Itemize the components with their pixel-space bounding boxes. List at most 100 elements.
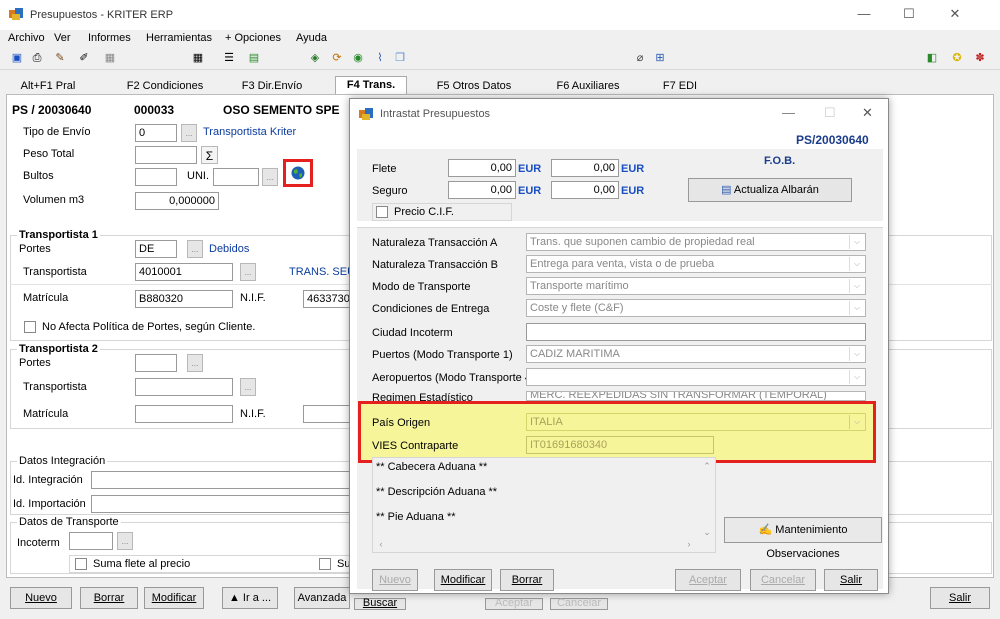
suma-flete-checkbox[interactable] — [75, 558, 87, 570]
tab-auxiliares[interactable]: F6 Auxiliares — [548, 78, 628, 94]
pais-origen-select[interactable]: ITALIA ⌵ — [526, 413, 866, 431]
scroll-right-icon[interactable]: › — [682, 539, 696, 551]
edit-icon[interactable]: ✐ — [76, 50, 92, 66]
lightbulb-icon[interactable]: ✪ — [949, 50, 965, 66]
scroll-up-icon[interactable]: ⌃ — [700, 461, 714, 473]
new-doc-icon[interactable]: ▣ — [9, 50, 25, 66]
actualiza-albaran-button[interactable]: ▤ Actualiza Albarán — [688, 178, 852, 202]
menu-opciones[interactable]: + Opciones — [225, 32, 281, 44]
scroll-down-icon[interactable]: ⌄ — [700, 527, 714, 539]
menu-informes[interactable]: Informes — [88, 32, 131, 44]
note-cabecera[interactable]: ** Cabecera Aduana ** — [376, 461, 487, 473]
globe-button[interactable] — [283, 159, 313, 187]
bultos-input[interactable] — [135, 168, 177, 186]
table-icon[interactable]: ▦ — [102, 50, 118, 66]
precio-cif-checkbox[interactable] — [376, 206, 388, 218]
nuevo-button[interactable]: Nuevo — [10, 587, 72, 609]
list-icon[interactable]: ☰ — [221, 50, 237, 66]
calculator-icon[interactable]: ▦ — [190, 50, 206, 66]
export-icon[interactable]: ◈ — [307, 50, 323, 66]
menu-ver[interactable]: Ver — [54, 32, 71, 44]
flete-input-2[interactable]: 0,00 — [551, 159, 619, 177]
dialog-close-button[interactable]: ✕ — [862, 105, 873, 121]
condiciones-entrega-select[interactable]: Coste y flete (C&F) ⌵ — [526, 299, 866, 317]
refresh-icon[interactable]: ⟳ — [329, 50, 345, 66]
borrar-button[interactable]: Borrar — [80, 587, 138, 609]
dialog-title: Intrastat Presupuestos — [380, 108, 491, 120]
naturaleza-b-label: Naturaleza Transacción B — [372, 259, 498, 271]
scroll-left-icon[interactable]: ‹ — [374, 539, 388, 551]
seguro-input-2[interactable]: 0,00 — [551, 181, 619, 199]
sigma-button[interactable]: Σ — [201, 146, 218, 164]
matricula-2-input[interactable] — [135, 405, 233, 423]
naturaleza-b-select[interactable]: Entrega para venta, vista o de prueba ⌵ — [526, 255, 866, 273]
transportista-2-lookup-button[interactable]: ... — [240, 378, 256, 396]
transportista-1-input[interactable]: 4010001 — [135, 263, 233, 281]
matricula-1-input[interactable]: B880320 — [135, 290, 233, 308]
portes-1-lookup-button[interactable]: ... — [187, 240, 203, 258]
ir-a-button[interactable]: ▲ Ir a ... — [222, 587, 278, 609]
modificar-button[interactable]: Modificar — [144, 587, 204, 609]
minimize-button[interactable]: — — [849, 6, 879, 26]
vies-contraparte-input[interactable]: IT01691680340 — [526, 436, 714, 454]
exit-icon[interactable]: ✽ — [972, 50, 988, 66]
dialog-salir-button[interactable]: Salir — [824, 569, 878, 591]
avanzada-button[interactable]: Avanzada — [294, 587, 350, 609]
naturaleza-a-select[interactable]: Trans. que suponen cambio de propiedad r… — [526, 233, 866, 251]
globe-toolbar-icon[interactable]: ◉ — [350, 50, 366, 66]
sheet-icon[interactable]: ▤ — [246, 50, 262, 66]
portes-2-lookup-button[interactable]: ... — [187, 354, 203, 372]
tab-edi[interactable]: F7 EDI — [655, 78, 705, 94]
note-descripcion[interactable]: ** Descripción Aduana ** — [376, 486, 497, 498]
modo-transporte-select[interactable]: Transporte marítimo ⌵ — [526, 277, 866, 295]
seguro-input-1[interactable]: 0,00 — [448, 181, 516, 199]
id-integracion-input[interactable] — [91, 471, 353, 489]
tab-dir-envio[interactable]: F3 Dir.Envío — [230, 78, 314, 94]
volumen-input[interactable]: 0,000000 — [135, 192, 219, 210]
suma-flete-label: Suma flete al precio — [93, 558, 191, 570]
copy-icon[interactable]: ❐ — [392, 50, 408, 66]
dialog-modificar-button[interactable]: Modificar — [434, 569, 492, 591]
dialog-minimize-button[interactable]: — — [782, 105, 795, 120]
id-importacion-input[interactable] — [91, 495, 353, 513]
menu-herramientas[interactable]: Herramientas — [146, 32, 212, 44]
tipo-envio-input[interactable]: 0 — [135, 124, 177, 142]
note-pie[interactable]: ** Pie Aduana ** — [376, 511, 456, 523]
menu-ayuda[interactable]: Ayuda — [296, 32, 327, 44]
portes-2-input[interactable] — [135, 354, 177, 372]
incoterm-input[interactable] — [69, 532, 113, 550]
tab-condiciones[interactable]: F2 Condiciones — [120, 78, 210, 94]
salir-button[interactable]: Salir — [930, 587, 990, 609]
no-afecta-checkbox[interactable] — [24, 321, 36, 333]
paperclip-icon[interactable]: ⌀ — [632, 50, 648, 66]
nif-2-input[interactable] — [303, 405, 353, 423]
buscar-button[interactable]: Buscar — [354, 598, 406, 610]
uni-input[interactable] — [213, 168, 259, 186]
uni-lookup-button[interactable]: ... — [262, 168, 278, 186]
regimen-select[interactable]: MERC. REEXPEDIDAS SIN TRANSFORMAR (TEMPO… — [526, 391, 866, 401]
suma-s-checkbox[interactable] — [319, 558, 331, 570]
transportista-1-lookup-button[interactable]: ... — [240, 263, 256, 281]
tipo-envio-lookup-button[interactable]: ... — [181, 124, 197, 142]
portes-1-input[interactable]: DE — [135, 240, 177, 258]
ciudad-incoterm-input[interactable] — [526, 323, 866, 341]
puertos-select[interactable]: CADIZ MARITIMA ⌵ — [526, 345, 866, 363]
tree-icon[interactable]: ⊞ — [652, 50, 668, 66]
help-book-icon[interactable]: ◧ — [924, 50, 940, 66]
tab-principal[interactable]: Alt+F1 Pral — [12, 78, 84, 94]
transportista-2-input[interactable] — [135, 378, 233, 396]
peso-total-input[interactable] — [135, 146, 197, 164]
flete-input-1[interactable]: 0,00 — [448, 159, 516, 177]
tab-otros-datos[interactable]: F5 Otros Datos — [430, 78, 518, 94]
tools-icon[interactable]: ✎ — [52, 50, 68, 66]
menu-archivo[interactable]: Archivo — [8, 32, 45, 44]
close-button[interactable]: ✕ — [940, 6, 970, 26]
attach-icon[interactable]: ⌇ — [372, 50, 388, 66]
tab-transporte[interactable]: F4 Trans. — [335, 76, 407, 94]
maximize-button[interactable]: ☐ — [894, 6, 924, 26]
dialog-borrar-button[interactable]: Borrar — [500, 569, 554, 591]
mantenimiento-observaciones-button[interactable]: ✍ Mantenimiento Observaciones — [724, 517, 882, 560]
incoterm-lookup-button[interactable]: ... — [117, 532, 133, 550]
print-icon[interactable]: ⎙ — [29, 50, 45, 66]
aeropuertos-select[interactable]: ⌵ — [526, 368, 866, 386]
